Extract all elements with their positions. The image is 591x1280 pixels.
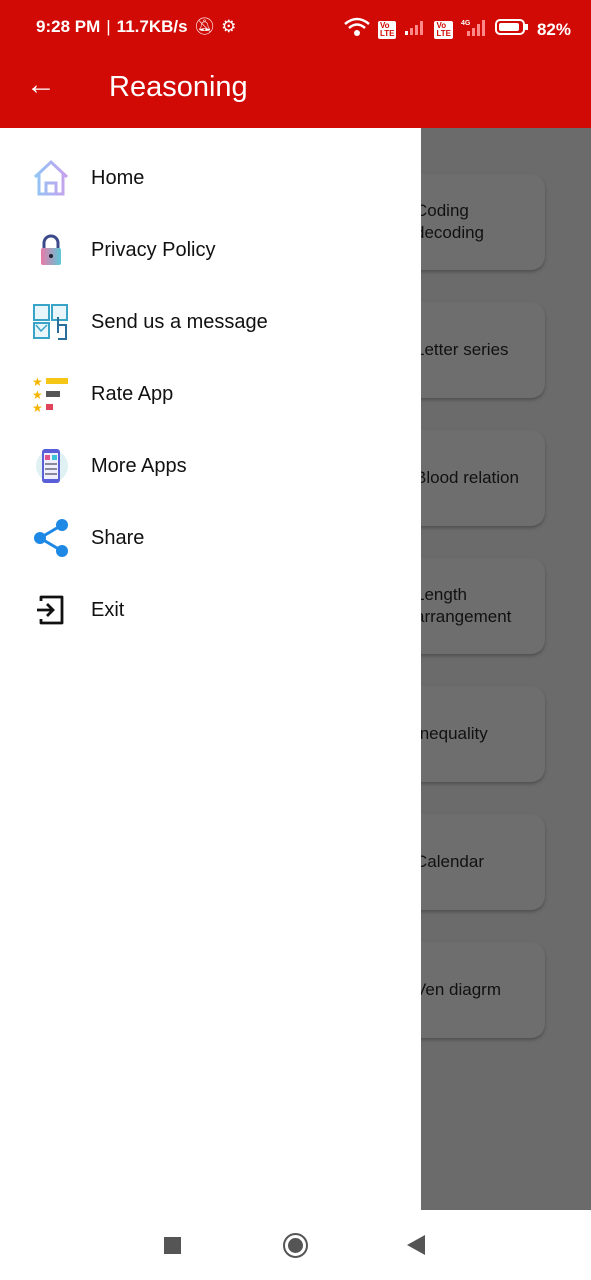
status-bar: 9:28 PM | 11.7KB/s 🔕︎ ⚙ Vo LTE Vo LTE 4G 8… (0, 0, 591, 56)
drawer-item-home[interactable]: Home (0, 148, 421, 208)
drawer-item-label: Privacy Policy (91, 238, 216, 261)
drawer-item-label: Exit (91, 598, 125, 621)
settings-icon: ⚙ (221, 17, 237, 36)
drawer-item-label: Share (91, 526, 145, 549)
share-icon (32, 519, 70, 557)
rate-stars-icon: ★ ★ ★ (32, 375, 70, 413)
drawer-item-label: Rate App (91, 382, 174, 405)
card-label: Letter series (415, 340, 509, 359)
drawer-item-share[interactable]: Share (0, 508, 421, 568)
battery-percent: 82% (536, 19, 571, 39)
home-button-dot (288, 1238, 303, 1253)
drawer-item-privacy-policy[interactable]: Privacy Policy (0, 220, 421, 280)
wifi-icon (344, 17, 370, 42)
svg-text:★: ★ (32, 375, 43, 389)
volte-icon: Vo LTE (377, 20, 397, 39)
drawer-item-label: More Apps (91, 454, 187, 477)
card-label: Length arrangement (415, 585, 512, 626)
page-title: Reasoning (109, 71, 248, 103)
lock-icon (32, 231, 70, 269)
drawer-item-rate-app[interactable]: ★ ★ ★ Rate App (0, 364, 421, 424)
network-speed: 11.7KB/s (116, 17, 188, 36)
volte-icon-2: Vo LTE (434, 20, 453, 39)
drawer-item-exit[interactable]: Exit (0, 580, 421, 640)
signal-icon-2: 4G (461, 18, 487, 41)
status-time: 9:28 PM (36, 17, 101, 36)
drawer-item-label: Send us a message (91, 310, 268, 333)
card-label: Calendar (415, 852, 484, 871)
separator: | (106, 17, 111, 36)
svg-text:4G: 4G (461, 20, 471, 27)
arrow-left-icon[interactable]: ← (26, 68, 56, 102)
card-label: Coding decoding (415, 201, 485, 242)
card-label: Inequality (415, 724, 488, 743)
navigation-drawer: Home Privacy Policy Send us a message ★ ★… (0, 128, 421, 1210)
home-button[interactable] (283, 1233, 308, 1258)
recents-button[interactable] (164, 1237, 181, 1254)
battery-icon (494, 18, 529, 41)
drawer-item-more-apps[interactable]: More Apps (0, 436, 421, 496)
card-label: Ven diagrm (415, 980, 501, 999)
drawer-item-label: Home (91, 166, 145, 189)
svg-text:★: ★ (32, 401, 43, 413)
drawer-item-send-message[interactable]: Send us a message (0, 292, 421, 352)
exit-icon (32, 591, 70, 629)
card-label: Blood relation (415, 468, 519, 487)
contact-icon (32, 303, 70, 341)
app-bar: ← Reasoning (0, 56, 591, 128)
home-icon (32, 159, 70, 197)
back-button[interactable] (407, 1235, 425, 1255)
signal-icon (404, 19, 426, 40)
system-nav-bar (0, 1210, 591, 1280)
mute-bell-icon: 🔕︎ (193, 17, 216, 36)
phone-apps-icon (32, 447, 70, 485)
svg-text:★: ★ (32, 388, 43, 402)
